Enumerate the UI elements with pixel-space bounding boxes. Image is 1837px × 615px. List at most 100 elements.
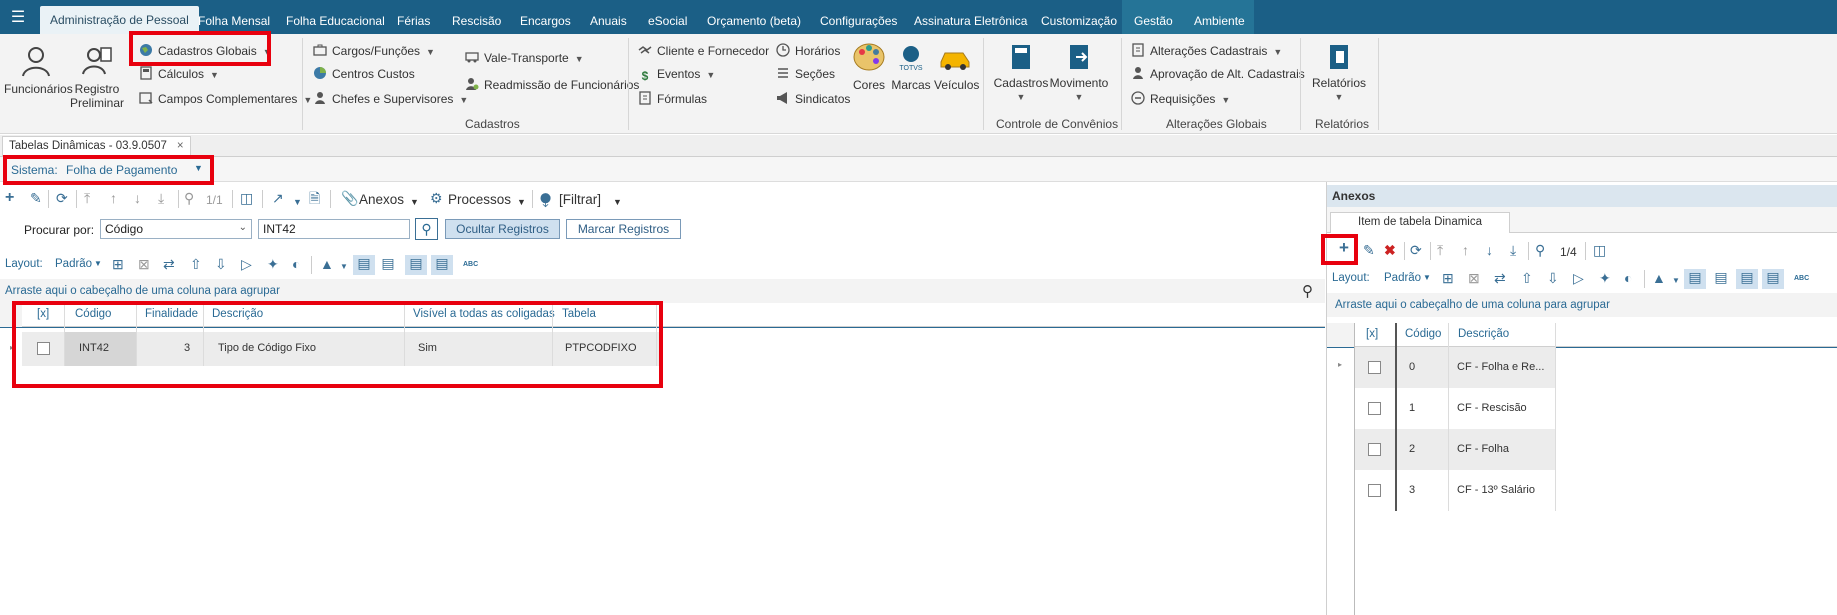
column-header-codigo[interactable]: Código — [1405, 328, 1441, 340]
marcas-button[interactable]: TOTVS Marcas — [891, 40, 931, 92]
menu-tab-folha-educacional[interactable]: Folha Educacional — [286, 0, 385, 34]
add-column-icon[interactable]: ⊞ — [112, 256, 124, 272]
chart-icon[interactable]: ▲ — [1652, 270, 1666, 286]
add-column-icon[interactable]: ⊞ — [1442, 270, 1454, 286]
chart-icon[interactable]: ▲ — [320, 256, 334, 272]
search-icon[interactable]: ⚲ — [1302, 282, 1313, 300]
close-icon[interactable]: × — [177, 140, 184, 152]
column-header-select[interactable]: [x] — [1366, 328, 1378, 340]
chevron-down-icon[interactable]: ▼ — [340, 259, 348, 275]
tab-item-tabela-dinamica[interactable]: Item de tabela Dinamica — [1330, 212, 1511, 233]
document-icon[interactable]: 🗎 — [309, 190, 320, 206]
gear-icon[interactable]: ⚙ — [430, 190, 443, 206]
registro-preliminar-button[interactable]: Registro Preliminar — [70, 44, 124, 110]
row-checkbox[interactable] — [1368, 361, 1381, 374]
menu-tab-gestao[interactable]: Gestão — [1134, 0, 1173, 34]
shapes-icon[interactable]: ◐ — [1624, 270, 1632, 286]
menu-tab-encargos[interactable]: Encargos — [520, 0, 571, 34]
first-record-icon[interactable]: ⤒ — [84, 190, 90, 206]
funcionarios-button[interactable]: Funcionários — [4, 44, 73, 96]
swap-icon[interactable]: ⇄ — [1494, 270, 1506, 286]
remove-column-icon[interactable]: ⊠ — [1468, 270, 1480, 286]
anexos-button[interactable]: Anexos — [359, 192, 404, 207]
column-header-descricao[interactable]: Descrição — [1458, 328, 1509, 340]
search-field-select[interactable]: Código ⌄ — [100, 219, 252, 239]
swap-icon[interactable]: ⇄ — [163, 256, 175, 272]
eventos-button[interactable]: $ Eventos ▼ — [638, 65, 716, 83]
anexos-group-panel[interactable]: Arraste aqui o cabeçalho de uma coluna p… — [1327, 293, 1837, 317]
pin-icon[interactable]: ✦ — [1599, 270, 1611, 286]
filter-icon[interactable]: ⧭ — [540, 190, 551, 206]
menu-tab-orcamento[interactable]: Orçamento (beta) — [707, 0, 801, 34]
menu-tab-ferias[interactable]: Férias — [397, 0, 430, 34]
add-icon[interactable]: + — [5, 190, 14, 206]
secoes-button[interactable]: Seções — [776, 65, 835, 83]
chevron-down-icon[interactable]: ▼ — [293, 194, 302, 210]
last-record-icon[interactable]: ⤓ — [1510, 242, 1516, 258]
menu-tab-esocial[interactable]: eSocial — [648, 0, 687, 34]
edit-icon[interactable]: ✎ — [30, 190, 42, 206]
remove-column-icon[interactable]: ⊠ — [138, 256, 150, 272]
cargos-funcoes-button[interactable]: Cargos/Funções ▼ — [313, 42, 435, 60]
next-record-icon[interactable]: ↓ — [1486, 242, 1493, 258]
next-record-icon[interactable]: ↓ — [134, 190, 141, 206]
relatorios-button[interactable]: Relatórios ▼ — [1310, 42, 1368, 104]
vale-transporte-button[interactable]: Vale-Transporte ▼ — [465, 49, 584, 67]
last-record-icon[interactable]: ⤓ — [158, 190, 164, 206]
table-view-icon[interactable]: ◫ — [1593, 242, 1606, 258]
chevron-down-icon[interactable]: ▼ — [94, 259, 102, 268]
processos-button[interactable]: Processos — [448, 192, 511, 207]
cadastros-convenio-button[interactable]: Cadastros ▼ — [993, 42, 1049, 104]
veiculos-button[interactable]: Veículos — [934, 40, 979, 92]
row-checkbox[interactable] — [1368, 484, 1381, 497]
first-record-icon[interactable]: ⤒ — [1437, 242, 1443, 258]
move-down-icon[interactable]: ⇩ — [1547, 270, 1559, 286]
table-view-icon[interactable]: ◫ — [240, 190, 253, 206]
paint-icon[interactable]: ▷ — [1573, 270, 1584, 286]
refresh-icon[interactable]: ⟳ — [56, 190, 68, 206]
alteracoes-cadastrais-button[interactable]: Alterações Cadastrais ▼ — [1131, 42, 1282, 60]
chefes-supervisores-button[interactable]: Chefes e Supervisores ▼ — [313, 90, 468, 108]
layout-select[interactable]: Padrão — [1384, 272, 1421, 284]
list-item[interactable]: 0 CF - Folha e Re... — [1354, 347, 1555, 388]
delete-icon[interactable]: ✖ — [1384, 242, 1396, 258]
panel-top-icon[interactable]: ▤ — [405, 255, 427, 275]
filtrar-button[interactable]: [Filtrar] — [559, 192, 601, 207]
app-menu-icon[interactable]: ☰ — [8, 8, 28, 28]
sindicatos-button[interactable]: Sindicatos — [776, 90, 850, 108]
move-down-icon[interactable]: ⇩ — [215, 256, 227, 272]
group-panel[interactable]: Arraste aqui o cabeçalho de uma coluna p… — [0, 279, 1325, 303]
row-checkbox[interactable] — [1368, 402, 1381, 415]
search-icon[interactable]: ⚲ — [1535, 242, 1545, 258]
panel-bottom-icon[interactable]: ▤ — [353, 255, 375, 275]
chevron-down-icon[interactable]: ▼ — [410, 194, 419, 210]
menu-tab-rescisao[interactable]: Rescisão — [452, 0, 501, 34]
requisicoes-button[interactable]: Requisições ▼ — [1131, 90, 1230, 108]
movimento-button[interactable]: Movimento ▼ — [1049, 42, 1109, 104]
document-tab[interactable]: Tabelas Dinâmicas - 03.9.0507 × — [2, 136, 191, 157]
shapes-icon[interactable]: ◐ — [292, 256, 300, 272]
menu-tab-assinatura[interactable]: Assinatura Eletrônica — [914, 0, 1027, 34]
formulas-button[interactable]: Fórmulas — [638, 90, 707, 108]
list-item[interactable]: 3 CF - 13º Salário — [1354, 470, 1555, 511]
readmissao-button[interactable]: Readmissão de Funcionários — [465, 76, 639, 94]
refresh-icon[interactable]: ⟳ — [1410, 242, 1422, 258]
row-checkbox[interactable] — [1368, 443, 1381, 456]
paint-icon[interactable]: ▷ — [241, 256, 252, 272]
menu-tab-ambiente[interactable]: Ambiente — [1194, 0, 1245, 34]
paperclip-icon[interactable]: 📎 — [341, 190, 358, 206]
menu-tab-configuracoes[interactable]: Configurações — [820, 0, 897, 34]
pin-icon[interactable]: ✦ — [267, 256, 279, 272]
search-button[interactable]: ⚲ — [415, 218, 438, 240]
panel-center-icon[interactable]: ▤ — [1762, 269, 1784, 289]
abc-icon[interactable]: ABC — [1794, 275, 1809, 282]
panel-top-icon[interactable]: ▤ — [1736, 269, 1758, 289]
edit-icon[interactable]: ✎ — [1363, 242, 1375, 258]
abc-icon[interactable]: ABC — [463, 261, 478, 268]
centros-custos-button[interactable]: Centros Custos — [313, 65, 415, 83]
marcar-registros-button[interactable]: Marcar Registros — [566, 219, 681, 239]
menu-tab-administracao[interactable]: Administração de Pessoal — [40, 6, 199, 34]
menu-tab-folha-mensal[interactable]: Folha Mensal — [198, 0, 270, 34]
horarios-button[interactable]: Horários — [776, 42, 840, 60]
panel-bottom-icon[interactable]: ▤ — [1684, 269, 1706, 289]
